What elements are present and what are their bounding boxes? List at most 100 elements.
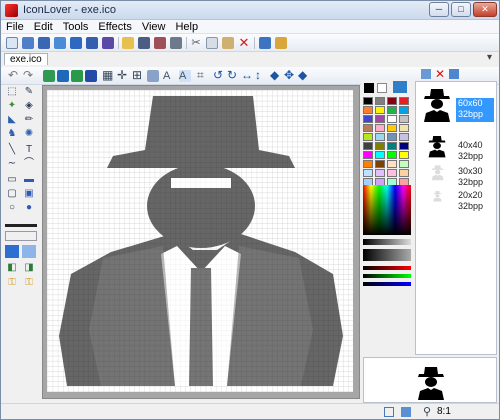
crop-icon[interactable]: ⌗ bbox=[197, 69, 209, 82]
fill-icon[interactable]: ◣ bbox=[5, 113, 19, 126]
import-icon[interactable] bbox=[70, 37, 82, 49]
zoom-level[interactable]: 8:1 bbox=[437, 406, 451, 417]
ellipse-icon[interactable]: ○ bbox=[5, 201, 19, 214]
rectangle-icon[interactable]: ▭ bbox=[5, 173, 19, 186]
red-channel-slider[interactable] bbox=[363, 266, 411, 270]
blue-channel-slider[interactable] bbox=[363, 282, 411, 286]
eraser-icon[interactable]: ◈ bbox=[22, 99, 36, 112]
save-icon[interactable] bbox=[138, 37, 150, 49]
palette-swatch[interactable] bbox=[363, 106, 373, 114]
size-item-60[interactable]: 60x60 32bpp bbox=[418, 84, 495, 124]
rounded-rect-icon[interactable]: ▢ bbox=[5, 187, 19, 200]
line-width-icon[interactable] bbox=[5, 224, 37, 227]
filled-rounded-rect-icon[interactable]: ▣ bbox=[22, 187, 36, 200]
cut-icon[interactable]: ✂ bbox=[190, 37, 202, 49]
brush-icon[interactable]: ♞ bbox=[5, 127, 19, 140]
menu-tools[interactable]: Tools bbox=[58, 20, 94, 34]
redo-icon[interactable]: ↷ bbox=[23, 69, 35, 82]
unlock-icon[interactable]: ⚿ bbox=[22, 276, 36, 289]
open-folder-icon[interactable] bbox=[122, 37, 134, 49]
palette-swatch[interactable] bbox=[375, 151, 385, 159]
grid-icon[interactable]: ▦ bbox=[102, 69, 114, 82]
palette-menu-icon[interactable] bbox=[393, 81, 407, 93]
palette-swatch[interactable] bbox=[363, 151, 373, 159]
palette-swatch[interactable] bbox=[399, 142, 409, 150]
shift-all-icon[interactable]: ✥ bbox=[284, 69, 296, 82]
palette-swatch[interactable] bbox=[387, 97, 397, 105]
menu-effects[interactable]: Effects bbox=[93, 20, 136, 34]
palette-swatch[interactable] bbox=[399, 115, 409, 123]
brightness-slider[interactable] bbox=[363, 239, 411, 245]
lock-icon[interactable]: ⚿ bbox=[5, 276, 19, 289]
palette-swatch[interactable] bbox=[363, 160, 373, 168]
palette-swatch[interactable] bbox=[375, 160, 385, 168]
print-icon[interactable] bbox=[170, 37, 182, 49]
image-view-icon[interactable] bbox=[85, 70, 97, 82]
save-all-icon[interactable] bbox=[154, 37, 166, 49]
minimize-button[interactable]: ─ bbox=[429, 2, 449, 17]
transparency-icon[interactable] bbox=[147, 70, 159, 82]
brush-size-icon[interactable] bbox=[5, 231, 37, 241]
line-icon[interactable]: ╲ bbox=[5, 143, 19, 156]
image-add-icon[interactable] bbox=[43, 70, 55, 82]
size-item-20[interactable]: 20x20 32bpp bbox=[418, 176, 495, 216]
menu-file[interactable]: File bbox=[1, 20, 29, 34]
text-antialias-icon[interactable]: A bbox=[179, 70, 191, 82]
palette-swatch[interactable] bbox=[387, 169, 397, 177]
color-palette-grid[interactable] bbox=[363, 97, 413, 186]
layers-icon[interactable]: ◧ bbox=[5, 261, 19, 274]
image-test-icon[interactable] bbox=[71, 70, 83, 82]
pixel-canvas[interactable] bbox=[43, 86, 359, 398]
green-channel-slider[interactable] bbox=[363, 274, 411, 278]
palette-swatch[interactable] bbox=[387, 106, 397, 114]
palette-swatch[interactable] bbox=[399, 169, 409, 177]
close-button[interactable]: ✕ bbox=[473, 2, 497, 17]
palette-swatch[interactable] bbox=[387, 133, 397, 141]
export-icon[interactable] bbox=[86, 37, 98, 49]
resource-icon[interactable] bbox=[102, 37, 114, 49]
tab-list-button[interactable]: ▾ bbox=[487, 52, 492, 63]
shift-left-icon[interactable]: ◆ bbox=[270, 69, 282, 82]
new-cursor-icon[interactable] bbox=[54, 37, 66, 49]
copy-icon[interactable] bbox=[206, 37, 218, 49]
rotate-right-icon[interactable]: ↻ bbox=[227, 69, 239, 82]
palette-swatch[interactable] bbox=[363, 124, 373, 132]
color-picker-icon[interactable]: ✎ bbox=[22, 85, 36, 98]
pencil-icon[interactable]: ✏ bbox=[22, 113, 36, 126]
paste-icon[interactable] bbox=[222, 37, 234, 49]
palette-swatch[interactable] bbox=[375, 124, 385, 132]
palette-swatch[interactable] bbox=[375, 106, 385, 114]
palette-swatch[interactable] bbox=[387, 160, 397, 168]
filled-rectangle-icon[interactable]: ▬ bbox=[22, 173, 36, 186]
filled-ellipse-icon[interactable]: ● bbox=[22, 201, 36, 214]
grid-settings-icon[interactable]: ⊞ bbox=[132, 69, 144, 82]
delete-size-icon[interactable]: ✕ bbox=[435, 67, 445, 81]
palette-swatch[interactable] bbox=[387, 142, 397, 150]
palette-swatch[interactable] bbox=[399, 124, 409, 132]
palette-swatch[interactable] bbox=[399, 151, 409, 159]
flip-horizontal-icon[interactable]: ↔ bbox=[241, 69, 253, 82]
rotate-left-icon[interactable]: ↺ bbox=[213, 69, 225, 82]
menu-view[interactable]: View bbox=[137, 20, 171, 34]
shape-outline-icon[interactable] bbox=[5, 245, 19, 258]
text-tool-icon[interactable]: A bbox=[163, 70, 175, 82]
size-tools-icon[interactable] bbox=[449, 69, 459, 79]
gray-ramp-slider[interactable] bbox=[363, 249, 411, 261]
palette-swatch[interactable] bbox=[375, 142, 385, 150]
palette-swatch[interactable] bbox=[363, 142, 373, 150]
undo-icon[interactable]: ↶ bbox=[8, 69, 20, 82]
palette-swatch[interactable] bbox=[363, 169, 373, 177]
arc-icon[interactable]: ⌒ bbox=[22, 157, 36, 170]
palette-swatch[interactable] bbox=[375, 97, 385, 105]
new-library-icon[interactable] bbox=[38, 37, 50, 49]
text-icon[interactable]: T bbox=[22, 143, 36, 156]
menu-help[interactable]: Help bbox=[170, 20, 203, 34]
maximize-button[interactable]: □ bbox=[451, 2, 471, 17]
palette-swatch[interactable] bbox=[399, 106, 409, 114]
new-image-icon[interactable] bbox=[22, 37, 34, 49]
menu-edit[interactable]: Edit bbox=[29, 20, 58, 34]
delete-icon[interactable]: ✕ bbox=[238, 36, 250, 49]
palette-swatch[interactable] bbox=[363, 133, 373, 141]
shape-fill-icon[interactable] bbox=[22, 245, 36, 258]
image-format-icon[interactable] bbox=[57, 70, 69, 82]
